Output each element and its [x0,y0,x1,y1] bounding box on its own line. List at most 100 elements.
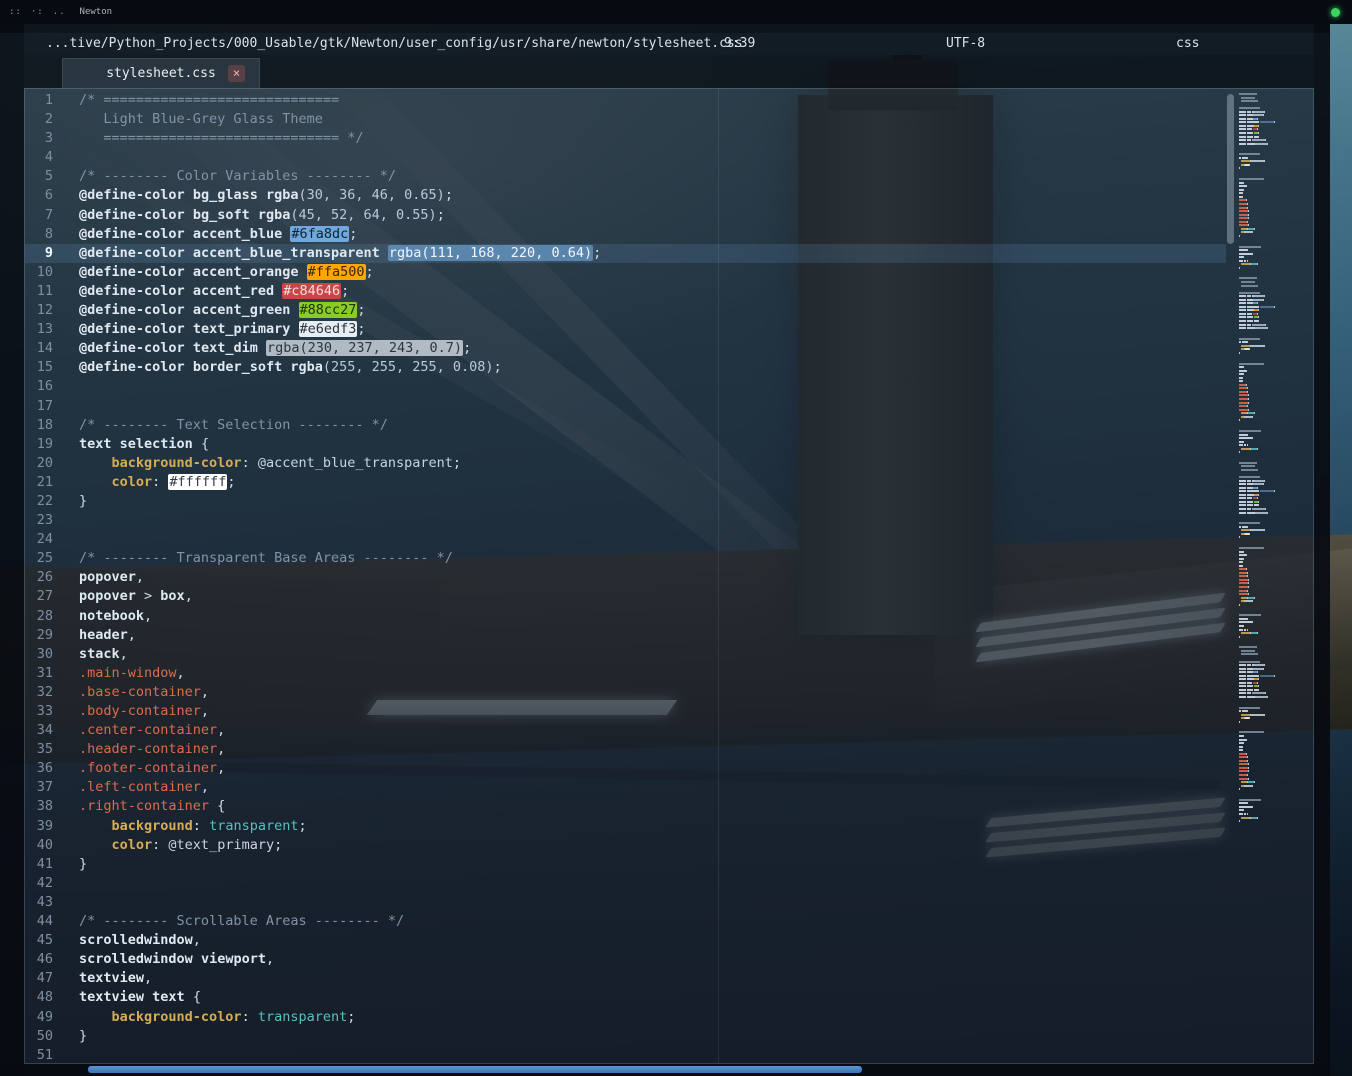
minimap-line [1239,97,1303,99]
code-line[interactable]: 29header, [25,626,1226,645]
line-number: 20 [25,454,53,473]
frame-edge [1314,24,1330,1076]
code-text: background: transparent; [53,817,307,836]
minimap-line [1239,600,1303,602]
minimap-line [1239,384,1303,386]
code-line[interactable]: 49 background-color: transparent; [25,1008,1226,1027]
minimap-line [1239,735,1303,737]
code-line[interactable]: 14@define-color text_dim rgba(230, 237, … [25,339,1226,358]
code-line[interactable]: 43 [25,893,1226,912]
code-line[interactable]: 34.center-container, [25,721,1226,740]
window-status-icon[interactable] [1331,8,1340,17]
minimap-line [1239,526,1303,528]
code-line[interactable]: 23 [25,511,1226,530]
code-line[interactable]: 31.main-window, [25,664,1226,683]
vertical-scrollbar[interactable] [1226,89,1235,1063]
code-line[interactable]: 44/* -------- Scrollable Areas -------- … [25,912,1226,931]
code-line[interactable]: 26popover, [25,568,1226,587]
minimap-line [1239,700,1303,702]
minimap-line [1239,313,1303,315]
code-line[interactable]: 5/* -------- Color Variables -------- */ [25,167,1226,186]
line-number: 21 [25,473,53,492]
code-line[interactable]: 45scrolledwindow, [25,931,1226,950]
code-line[interactable]: 30stack, [25,645,1226,664]
minimap-line [1239,302,1303,304]
minimap-line [1239,199,1303,201]
minimap-line [1239,590,1303,592]
minimap-line [1239,260,1303,262]
workspace-indicator-2[interactable]: ·: [31,7,44,17]
line-number: 6 [25,186,53,205]
code-line[interactable]: 32.base-container, [25,683,1226,702]
code-text [53,377,79,396]
code-line[interactable]: 7@define-color bg_soft rgba(45, 52, 64, … [25,206,1226,225]
code-text [53,874,79,893]
tab-stylesheet-css[interactable]: stylesheet.css × [62,58,260,88]
code-line[interactable]: 48textview text { [25,988,1226,1007]
line-number: 28 [25,607,53,626]
code-line[interactable]: 40 color: @text_primary; [25,836,1226,855]
line-number: 41 [25,855,53,874]
line-number: 35 [25,740,53,759]
minimap-line [1239,139,1303,141]
minimap-line [1239,721,1303,723]
code-line[interactable]: 22} [25,492,1226,511]
minimap-line [1239,671,1303,673]
code-line[interactable]: 27popover > box, [25,587,1226,606]
code-line[interactable]: 39 background: transparent; [25,817,1226,836]
workspace-indicator-1[interactable]: :: [9,7,22,17]
minimap-line [1239,267,1303,269]
minimap-line [1239,462,1303,464]
code-text: } [53,492,87,511]
code-line[interactable]: 41} [25,855,1226,874]
code-text: stack, [53,645,128,664]
code-line[interactable]: 18/* -------- Text Selection -------- */ [25,416,1226,435]
horizontal-scrollbar[interactable] [0,1064,1330,1076]
code-line[interactable]: 11@define-color accent_red #c84646; [25,282,1226,301]
code-line[interactable]: 51 [25,1046,1226,1063]
minimap-line [1239,391,1303,393]
code-line[interactable]: 6@define-color bg_glass rgba(30, 36, 46,… [25,186,1226,205]
code-line[interactable]: 21 color: #ffffff; [25,473,1226,492]
code-editor[interactable]: 1/* =============================2 Light… [25,89,1226,1063]
code-line[interactable]: 35.header-container, [25,740,1226,759]
code-text: notebook, [53,607,152,626]
code-line[interactable]: 20 background-color: @accent_blue_transp… [25,454,1226,473]
vertical-scrollbar-thumb[interactable] [1227,94,1234,244]
code-line[interactable]: 9@define-color accent_blue_transparent r… [25,244,1226,263]
code-line[interactable]: 16 [25,377,1226,396]
code-text: .body-container, [53,702,209,721]
code-line[interactable]: 13@define-color text_primary #e6edf3; [25,320,1226,339]
code-line[interactable]: 50} [25,1027,1226,1046]
code-line[interactable]: 2 Light Blue-Grey Glass Theme [25,110,1226,129]
minimap[interactable] [1239,93,1303,1063]
tab-close-icon[interactable]: × [228,65,245,82]
code-line[interactable]: 24 [25,530,1226,549]
code-line[interactable]: 3 ============================= */ [25,129,1226,148]
code-line[interactable]: 28notebook, [25,607,1226,626]
code-line[interactable]: 4 [25,148,1226,167]
code-line[interactable]: 10@define-color accent_orange #ffa500; [25,263,1226,282]
code-line[interactable]: 46scrolledwindow viewport, [25,950,1226,969]
minimap-line [1239,636,1303,638]
code-text [53,893,79,912]
code-line[interactable]: 1/* ============================= [25,91,1226,110]
code-line[interactable]: 33.body-container, [25,702,1226,721]
minimap-line [1239,675,1303,677]
code-line[interactable]: 12@define-color accent_green #88cc27; [25,301,1226,320]
code-line[interactable]: 25/* -------- Transparent Base Areas ---… [25,549,1226,568]
code-line[interactable]: 17 [25,397,1226,416]
minimap-line [1239,185,1303,187]
code-line[interactable]: 19text selection { [25,435,1226,454]
workspace-indicator-3[interactable]: .. [53,7,66,17]
code-line[interactable]: 8@define-color accent_blue #6fa8dc; [25,225,1226,244]
code-line[interactable]: 36.footer-container, [25,759,1226,778]
code-line[interactable]: 47textview, [25,969,1226,988]
code-text: popover, [53,568,144,587]
minimap-line [1239,320,1303,322]
code-line[interactable]: 15@define-color border_soft rgba(255, 25… [25,358,1226,377]
horizontal-scrollbar-thumb[interactable] [88,1066,862,1073]
code-line[interactable]: 38.right-container { [25,797,1226,816]
code-line[interactable]: 37.left-container, [25,778,1226,797]
code-line[interactable]: 42 [25,874,1226,893]
